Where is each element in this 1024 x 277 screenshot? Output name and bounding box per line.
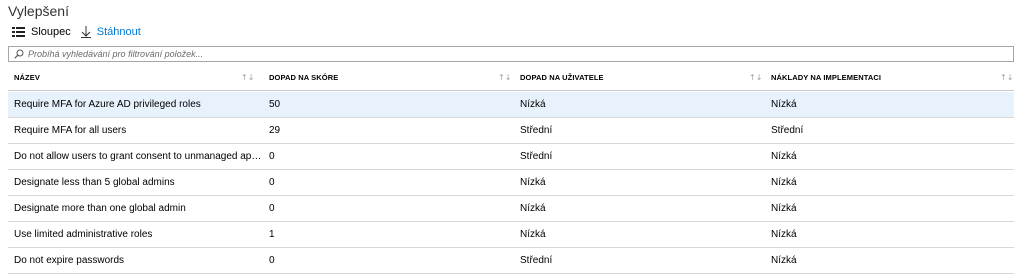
column-header-score-impact[interactable]: DOPAD NA SKÓRE — [269, 64, 338, 91]
columns-button[interactable]: Sloupec — [12, 26, 71, 38]
cell-user-impact: Nízká — [520, 177, 546, 188]
download-icon — [80, 26, 91, 38]
table-header: NÁZEV ↑↓ DOPAD NA SKÓRE ↑↓ DOPAD NA UŽIV… — [8, 64, 1014, 91]
table-row[interactable]: Designate less than 5 global admins 0 Ní… — [8, 170, 1014, 196]
cell-score-impact: 50 — [269, 99, 281, 110]
search-input[interactable] — [28, 47, 928, 61]
cell-name: Do not allow users to grant consent to u… — [14, 151, 262, 162]
cell-score-impact: 0 — [269, 177, 275, 188]
cell-score-impact: 0 — [269, 255, 275, 266]
table-row[interactable]: Designate more than one global admin 0 N… — [8, 196, 1014, 222]
columns-icon — [12, 27, 25, 37]
cell-score-impact: 1 — [269, 229, 275, 240]
cell-implementation-cost: Nízká — [771, 203, 797, 214]
cell-implementation-cost: Nízká — [771, 99, 797, 110]
cell-name: Designate more than one global admin — [14, 203, 186, 214]
cell-score-impact: 29 — [269, 125, 281, 136]
cell-name: Designate less than 5 global admins — [14, 177, 175, 188]
cell-name: Require MFA for Azure AD privileged role… — [14, 99, 201, 110]
cell-implementation-cost: Nízká — [771, 255, 797, 266]
cell-user-impact: Střední — [520, 255, 553, 266]
cell-name: Use limited administrative roles — [14, 229, 153, 240]
cell-name: Require MFA for all users — [14, 125, 127, 136]
table-row[interactable]: Do not expire passwords 0 Střední Nízká — [8, 248, 1014, 274]
cell-score-impact: 0 — [269, 203, 275, 214]
cell-implementation-cost: Nízká — [771, 177, 797, 188]
search-icon — [14, 49, 24, 59]
cell-user-impact: Střední — [520, 151, 553, 162]
cell-name: Do not expire passwords — [14, 255, 125, 266]
column-header-name[interactable]: NÁZEV — [14, 64, 40, 91]
columns-label: Sloupec — [31, 26, 71, 38]
cell-user-impact: Nízká — [520, 203, 546, 214]
sort-icon[interactable]: ↑↓ — [1000, 73, 1013, 82]
cell-implementation-cost: Střední — [771, 125, 804, 136]
table-row[interactable]: Require MFA for Azure AD privileged role… — [8, 92, 1014, 118]
table-row[interactable]: Use limited administrative roles 1 Nízká… — [8, 222, 1014, 248]
toolbar: Sloupec Stáhnout — [12, 23, 141, 41]
search-box[interactable] — [8, 46, 1014, 62]
cell-user-impact: Nízká — [520, 99, 546, 110]
cell-implementation-cost: Nízká — [771, 229, 797, 240]
download-label: Stáhnout — [96, 26, 141, 38]
sort-icon[interactable]: ↑↓ — [241, 73, 254, 82]
column-header-user-impact[interactable]: DOPAD NA UŽIVATELE — [520, 64, 604, 91]
cell-user-impact: Střední — [520, 125, 553, 136]
sort-icon[interactable]: ↑↓ — [749, 73, 762, 82]
download-button[interactable]: Stáhnout — [80, 26, 141, 38]
cell-user-impact: Nízká — [520, 229, 546, 240]
sort-icon[interactable]: ↑↓ — [498, 73, 511, 82]
page-title: Vylepšení — [8, 3, 69, 19]
table-row[interactable]: Require MFA for all users 29 Střední Stř… — [8, 118, 1014, 144]
cell-implementation-cost: Nízká — [771, 151, 797, 162]
table-row[interactable]: Do not allow users to grant consent to u… — [8, 144, 1014, 170]
column-header-implementation-cost[interactable]: NÁKLADY NA IMPLEMENTACI — [771, 64, 881, 91]
improvements-table: NÁZEV ↑↓ DOPAD NA SKÓRE ↑↓ DOPAD NA UŽIV… — [8, 64, 1014, 274]
cell-score-impact: 0 — [269, 151, 275, 162]
